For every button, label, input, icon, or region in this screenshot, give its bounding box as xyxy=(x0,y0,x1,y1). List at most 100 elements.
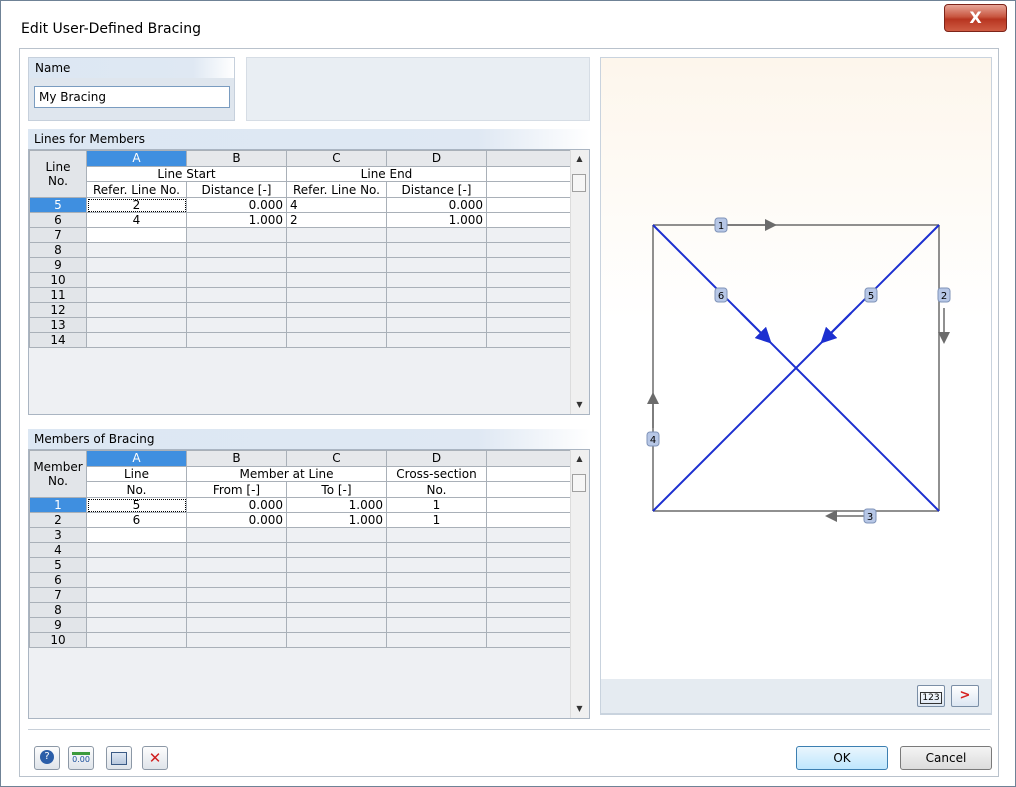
members-cell-a[interactable] xyxy=(86,572,187,588)
lines-cell-c[interactable] xyxy=(286,332,387,348)
lines-col-a[interactable]: A xyxy=(86,150,187,167)
members-cell-c[interactable] xyxy=(286,587,387,603)
members-cell-b[interactable] xyxy=(186,632,287,648)
members-cell-d[interactable] xyxy=(386,602,487,618)
lines-cell-a[interactable] xyxy=(86,317,187,333)
lines-cell-a[interactable] xyxy=(86,257,187,273)
lines-cell-a[interactable]: 4 xyxy=(86,212,187,228)
lines-cell-b[interactable] xyxy=(186,302,287,318)
lines-cell-e[interactable] xyxy=(486,317,572,333)
lines-cell-d[interactable] xyxy=(386,257,487,273)
lines-row-number[interactable]: 14 xyxy=(29,332,87,348)
decimal-places-button[interactable]: 0.00 xyxy=(68,746,94,770)
members-row-number[interactable]: 10 xyxy=(29,632,87,648)
lines-cell-d[interactable]: 0.000 xyxy=(386,197,487,213)
lines-row-number[interactable]: 12 xyxy=(29,302,87,318)
members-cell-c[interactable] xyxy=(286,632,387,648)
members-cell-c[interactable]: 1.000 xyxy=(286,497,387,513)
lines-cell-c[interactable] xyxy=(286,242,387,258)
table-row[interactable]: 2 6 0.000 1.000 1 xyxy=(29,512,572,528)
members-cell-d[interactable]: 1 xyxy=(386,512,487,528)
members-cell-a[interactable]: 5 xyxy=(86,497,187,513)
members-cell-e[interactable] xyxy=(486,542,572,558)
lines-cell-e[interactable] xyxy=(486,212,572,228)
lines-cell-b[interactable] xyxy=(186,317,287,333)
lines-cell-a[interactable] xyxy=(86,242,187,258)
members-cell-b[interactable]: 0.000 xyxy=(186,512,287,528)
members-cell-a[interactable] xyxy=(86,587,187,603)
members-cell-e[interactable] xyxy=(486,497,572,513)
members-cell-d[interactable] xyxy=(386,587,487,603)
table-row[interactable]: 8 xyxy=(29,242,572,258)
members-cell-b[interactable] xyxy=(186,602,287,618)
table-row[interactable]: 4 xyxy=(29,542,572,558)
table-row[interactable]: 12 xyxy=(29,302,572,318)
members-cell-c[interactable] xyxy=(286,617,387,633)
lines-row-number[interactable]: 5 xyxy=(29,197,87,213)
table-row[interactable]: 1 5 0.000 1.000 1 xyxy=(29,497,572,513)
lines-cell-a[interactable] xyxy=(86,227,187,243)
members-cell-a[interactable] xyxy=(86,602,187,618)
lines-cell-e[interactable] xyxy=(486,242,572,258)
lines-row-number[interactable]: 8 xyxy=(29,242,87,258)
lines-cell-a[interactable] xyxy=(86,332,187,348)
lines-cell-e[interactable] xyxy=(486,257,572,273)
table-row[interactable]: 7 xyxy=(29,587,572,603)
members-cell-a[interactable] xyxy=(86,632,187,648)
members-cell-e[interactable] xyxy=(486,602,572,618)
members-cell-e[interactable] xyxy=(486,617,572,633)
members-scroll-thumb[interactable] xyxy=(572,474,586,492)
members-col-a[interactable]: A xyxy=(86,450,187,467)
lines-cell-c[interactable] xyxy=(286,287,387,303)
members-scrollbar[interactable]: ▲ ▼ xyxy=(570,450,588,718)
members-col-c[interactable]: C xyxy=(286,450,387,467)
lines-cell-b[interactable] xyxy=(186,287,287,303)
members-row-number[interactable]: 4 xyxy=(29,542,87,558)
lines-cell-c[interactable]: 4 xyxy=(286,197,387,213)
next-button[interactable]: > xyxy=(951,685,979,707)
cancel-button[interactable]: Cancel xyxy=(900,746,992,770)
table-row[interactable]: 3 xyxy=(29,527,572,543)
lines-grid[interactable]: Line No. A B C D Line Start Line End Ref… xyxy=(28,149,590,415)
members-cell-b[interactable] xyxy=(186,542,287,558)
members-grid[interactable]: Member No. A B C D Line Member at Line C… xyxy=(28,449,590,719)
members-cell-a[interactable] xyxy=(86,617,187,633)
members-row-number[interactable]: 1 xyxy=(29,497,87,513)
lines-cell-d[interactable] xyxy=(386,272,487,288)
lines-cell-b[interactable] xyxy=(186,272,287,288)
table-row[interactable]: 6 xyxy=(29,572,572,588)
scroll-down-icon[interactable]: ▼ xyxy=(571,704,588,713)
lines-row-number[interactable]: 10 xyxy=(29,272,87,288)
members-cell-d[interactable] xyxy=(386,572,487,588)
members-cell-b[interactable] xyxy=(186,557,287,573)
lines-col-d[interactable]: D xyxy=(386,150,487,167)
table-row[interactable]: 5 xyxy=(29,557,572,573)
members-cell-d[interactable]: 1 xyxy=(386,497,487,513)
table-row[interactable]: 10 xyxy=(29,632,572,648)
members-cell-a[interactable] xyxy=(86,527,187,543)
members-cell-d[interactable] xyxy=(386,617,487,633)
lines-cell-e[interactable] xyxy=(486,287,572,303)
lines-cell-d[interactable] xyxy=(386,242,487,258)
lines-cell-b[interactable]: 1.000 xyxy=(186,212,287,228)
lines-cell-a[interactable] xyxy=(86,287,187,303)
table-row[interactable]: 8 xyxy=(29,602,572,618)
units-button[interactable] xyxy=(106,746,132,770)
lines-scroll-thumb[interactable] xyxy=(572,174,586,192)
lines-scrollbar[interactable]: ▲ ▼ xyxy=(570,150,588,414)
scroll-up-icon[interactable]: ▲ xyxy=(571,154,588,163)
members-cell-c[interactable] xyxy=(286,542,387,558)
lines-cell-b[interactable] xyxy=(186,332,287,348)
lines-cell-c[interactable] xyxy=(286,302,387,318)
lines-cell-c[interactable] xyxy=(286,272,387,288)
members-cell-c[interactable] xyxy=(286,602,387,618)
lines-col-c[interactable]: C xyxy=(286,150,387,167)
members-cell-a[interactable] xyxy=(86,557,187,573)
table-row[interactable]: 14 xyxy=(29,332,572,348)
members-row-number[interactable]: 9 xyxy=(29,617,87,633)
table-row[interactable]: 9 xyxy=(29,617,572,633)
table-row[interactable]: 9 xyxy=(29,257,572,273)
members-cell-b[interactable] xyxy=(186,527,287,543)
members-cell-a[interactable]: 6 xyxy=(86,512,187,528)
members-cell-c[interactable] xyxy=(286,572,387,588)
